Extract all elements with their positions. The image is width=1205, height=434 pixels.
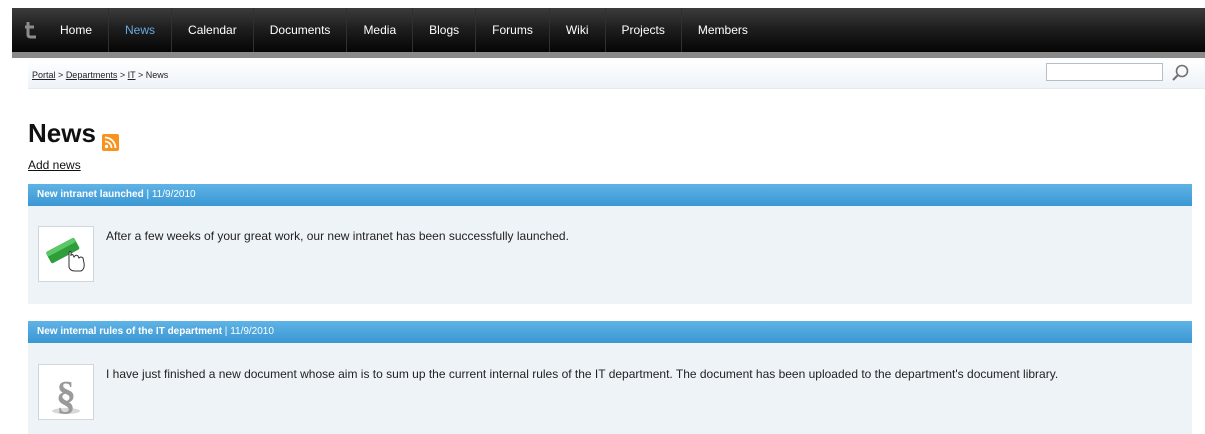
- breadcrumb-separator: >: [138, 70, 144, 80]
- nav-item-wiki[interactable]: Wiki: [548, 8, 605, 52]
- breadcrumb-current: News: [145, 70, 169, 80]
- breadcrumb-link-it[interactable]: IT: [128, 70, 136, 80]
- breadcrumb-bar: Portal > Departments > IT > News: [28, 58, 1205, 89]
- news-item-body: After a few weeks of your great work, ou…: [28, 206, 1192, 304]
- nav-item-projects[interactable]: Projects: [604, 8, 681, 52]
- breadcrumb-separator: >: [58, 70, 64, 80]
- search-icon[interactable]: [1170, 63, 1190, 83]
- breadcrumb-link-departments[interactable]: Departments: [66, 70, 118, 80]
- news-item-body: § I have just finished a new document wh…: [28, 343, 1192, 434]
- search-input[interactable]: [1046, 63, 1163, 81]
- nav-item-media[interactable]: Media: [346, 8, 412, 52]
- start-button-icon[interactable]: [38, 226, 94, 282]
- page-title: News: [28, 118, 119, 151]
- nav-item-home[interactable]: Home: [50, 8, 108, 52]
- breadcrumb-link-portal[interactable]: Portal: [32, 70, 56, 80]
- section-sign-icon[interactable]: §: [38, 364, 94, 420]
- news-item-text: After a few weeks of your great work, ou…: [106, 229, 569, 243]
- news-item-text: I have just finished a new document whos…: [106, 367, 1059, 381]
- news-item-header[interactable]: New intranet launched | 11/9/2010: [28, 184, 1192, 206]
- nav-item-forums[interactable]: Forums: [475, 8, 549, 52]
- breadcrumb: Portal > Departments > IT > News: [32, 70, 168, 80]
- nav-item-members[interactable]: Members: [680, 8, 764, 52]
- rss-icon[interactable]: [101, 127, 119, 151]
- top-navigation: Home News Calendar Documents Media Blogs…: [12, 8, 1205, 52]
- news-item-title[interactable]: New internal rules of the IT department: [37, 326, 222, 337]
- news-item-header[interactable]: New internal rules of the IT department …: [28, 321, 1192, 343]
- logo-icon[interactable]: [12, 8, 50, 52]
- breadcrumb-separator: >: [119, 70, 126, 80]
- news-item-date: 11/9/2010: [151, 189, 196, 200]
- nav-item-blogs[interactable]: Blogs: [412, 8, 475, 52]
- svg-text:§: §: [56, 373, 76, 418]
- nav-item-news[interactable]: News: [108, 8, 171, 52]
- page-title-text: News: [28, 118, 96, 148]
- news-item-date: 11/9/2010: [230, 326, 274, 337]
- nav-item-calendar[interactable]: Calendar: [171, 8, 253, 52]
- add-news-link[interactable]: Add news: [28, 158, 81, 172]
- nav-item-documents[interactable]: Documents: [252, 8, 347, 52]
- news-item-title[interactable]: New intranet launched: [37, 189, 144, 200]
